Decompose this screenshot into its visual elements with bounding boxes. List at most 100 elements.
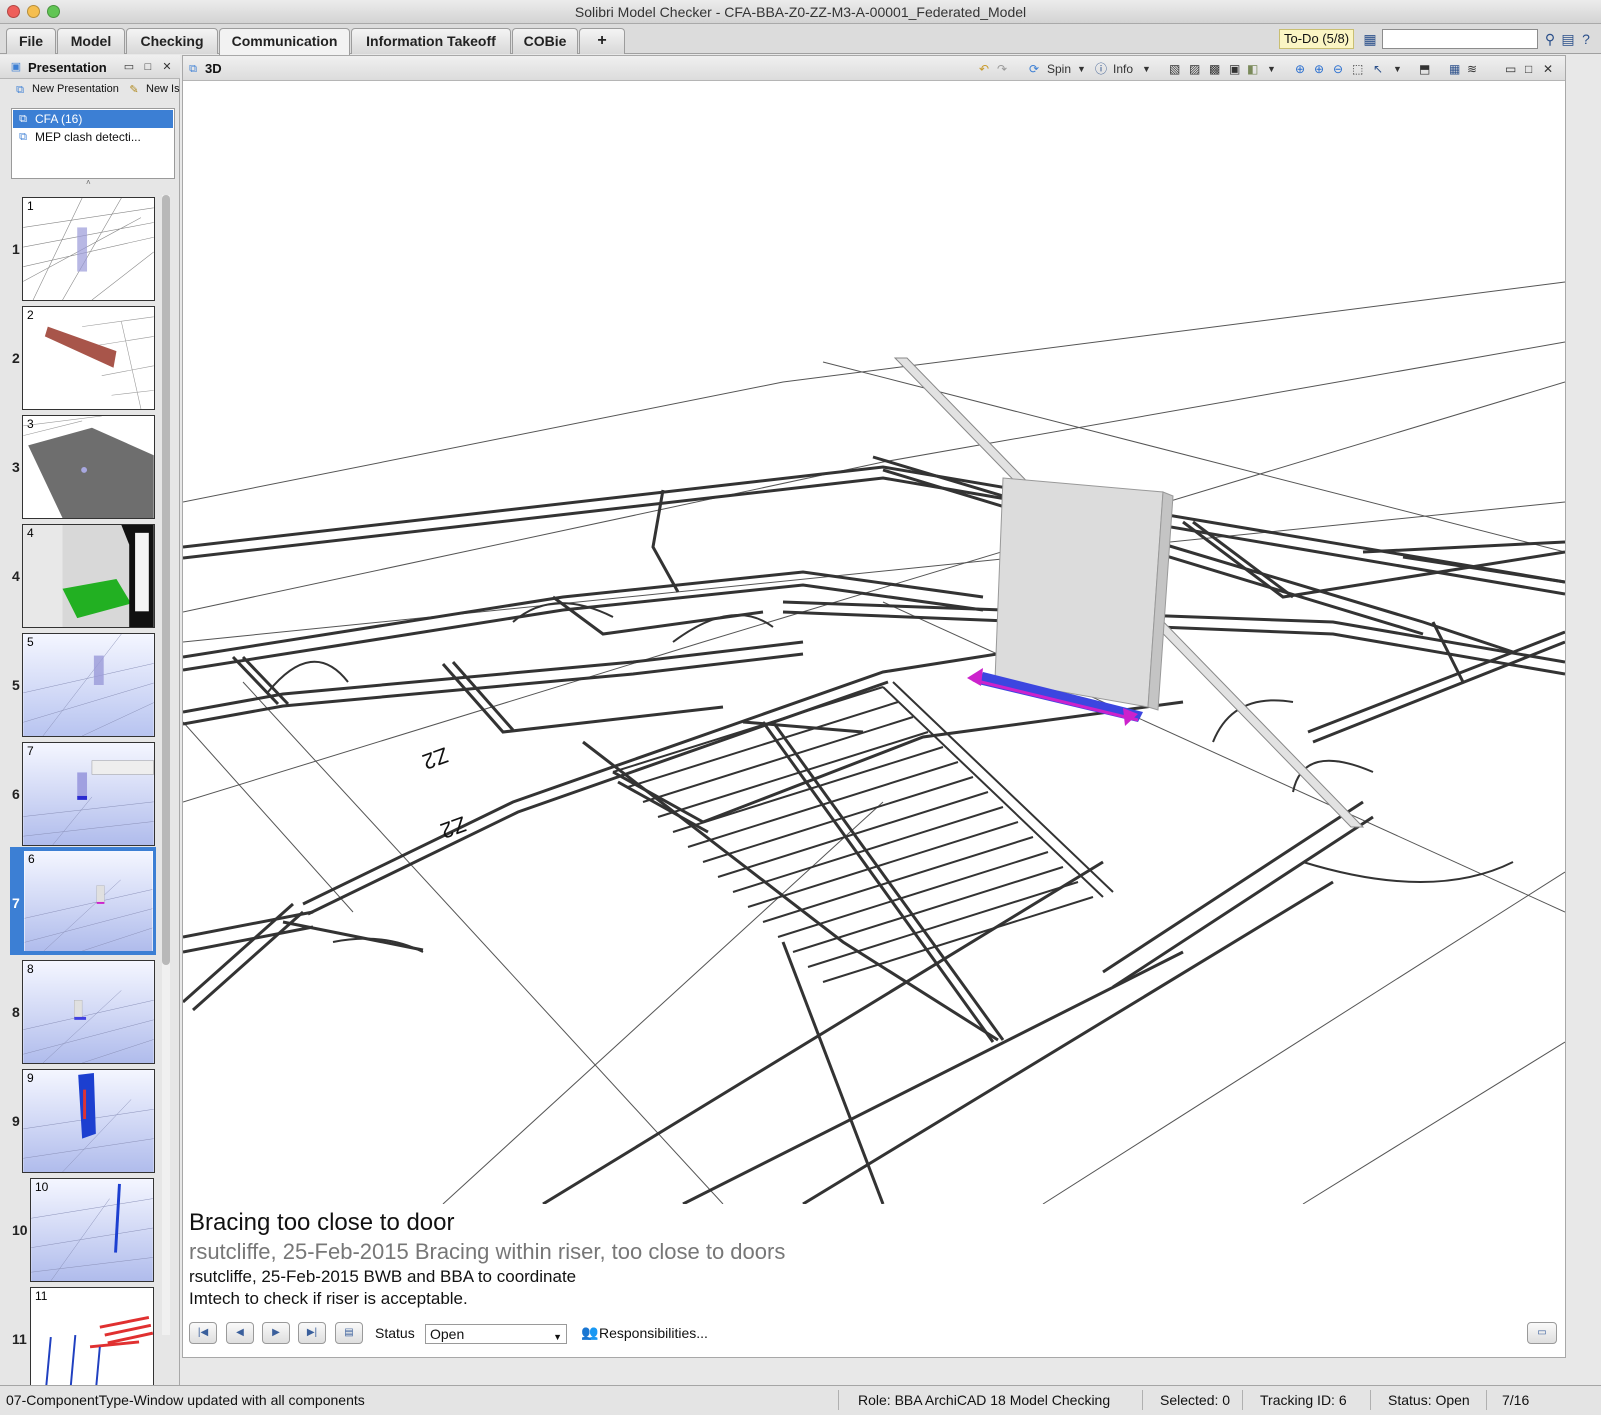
slide-index: 6 <box>12 786 20 802</box>
tab-file[interactable]: File <box>6 28 56 54</box>
status-bar: 07-ComponentType-Window updated with all… <box>0 1385 1601 1415</box>
select-tool-dropdown-icon[interactable]: ▼ <box>1393 61 1402 77</box>
3d-viewport[interactable]: Z2 Z2 <box>183 82 1565 1204</box>
tab-cobie[interactable]: COBie <box>512 28 578 54</box>
slide-thumbnail[interactable]: 9 <box>22 1069 155 1173</box>
slide-preview <box>23 525 154 627</box>
slide-thumbnail[interactable]: 4 <box>22 524 155 628</box>
tab-information-takeoff[interactable]: Information Takeoff <box>351 28 511 54</box>
3d-model-view[interactable]: Z2 Z2 <box>183 82 1565 1204</box>
settings-stack-icon[interactable]: ≋ <box>1467 61 1477 77</box>
tab-model[interactable]: Model <box>57 28 125 54</box>
next-slide-button[interactable]: ▶ <box>262 1322 290 1344</box>
maximize-panel-icon[interactable]: □ <box>142 61 154 73</box>
spin-dropdown-icon[interactable]: ▼ <box>1077 61 1086 77</box>
bracing-panel[interactable] <box>994 477 1174 711</box>
layout-icon[interactable]: ▤ <box>1560 31 1576 47</box>
maximize-panel-icon[interactable]: □ <box>1525 61 1532 77</box>
presentation-item-icon: ⧉ <box>19 131 27 143</box>
perspective-icon[interactable]: ⬒ <box>1419 61 1430 77</box>
box-view-icon[interactable]: ▧ <box>1169 61 1180 77</box>
previous-slide-button[interactable]: ◀ <box>226 1322 254 1344</box>
todo-button[interactable]: To-Do (5/8) <box>1279 29 1355 49</box>
slide-thumbnail[interactable]: 11 <box>30 1287 154 1385</box>
zoom-out-icon[interactable]: ⊖ <box>1333 61 1343 77</box>
panel-menu-icon[interactable]: ▭ <box>1505 61 1516 77</box>
slide-index: 10 <box>12 1222 28 1238</box>
tab-checking[interactable]: Checking <box>126 28 218 54</box>
status-selected: Selected: 0 <box>1160 1392 1231 1408</box>
zoom-window-button[interactable] <box>47 5 60 18</box>
slide-index: 8 <box>12 1004 20 1020</box>
slide-preview <box>44 316 154 409</box>
presentation-mode-button[interactable]: ▭ <box>1527 1322 1557 1344</box>
slide-thumbnail[interactable]: 7 <box>22 742 155 846</box>
zoom-in-icon[interactable]: ⊕ <box>1314 61 1324 77</box>
window-titlebar: Solibri Model Checker - CFA-BBA-Z0-ZZ-M3… <box>0 0 1601 24</box>
issue-details: Bracing too close to door rsutcliffe, 25… <box>189 1208 1559 1310</box>
add-tab-button[interactable]: + <box>579 28 625 54</box>
search-input[interactable] <box>1382 29 1538 49</box>
slide-thumbnail[interactable]: 1 <box>22 197 155 301</box>
info-button[interactable]: Info <box>1113 61 1133 77</box>
status-separator <box>1370 1390 1371 1410</box>
zoom-window-icon[interactable]: ⬚ <box>1352 61 1363 77</box>
info-icon[interactable]: ⓘ <box>1095 61 1107 77</box>
slide-thumbnail[interactable]: 5 <box>22 633 155 737</box>
zoom-fit-icon[interactable]: ⊕ <box>1295 61 1305 77</box>
presentation-item-icon: ⧉ <box>19 113 27 125</box>
info-dropdown-icon[interactable]: ▼ <box>1142 61 1151 77</box>
shaded-view-icon[interactable]: ◧ <box>1247 61 1258 77</box>
new-presentation-button[interactable]: New Presentation <box>32 83 119 95</box>
slide-index: 2 <box>12 350 20 366</box>
presentation-panel: ▣ Presentation ▭ □ ✕ ⧉ New Presentation … <box>0 55 180 1385</box>
splitter-handle[interactable]: ˄ <box>86 179 94 187</box>
undo-view-icon[interactable]: ↶ <box>979 61 989 77</box>
select-tool-icon[interactable]: ↖ <box>1373 61 1383 77</box>
slide-preview <box>31 1179 153 1281</box>
slide-list-button[interactable]: ▤ <box>335 1322 363 1344</box>
presentation-list: ⧉ CFA (16) ⧉ MEP clash detecti... <box>11 108 175 179</box>
view-mode-dropdown-icon[interactable]: ▼ <box>1267 61 1276 77</box>
slide-number: 10 <box>35 1180 49 1194</box>
first-slide-button[interactable]: |◀ <box>189 1322 217 1344</box>
presentation-item-mep[interactable]: ⧉ MEP clash detecti... <box>13 128 173 146</box>
thumbnail-scrollbar-thumb[interactable] <box>162 195 170 965</box>
presentation-header: ▣ Presentation ▭ □ ✕ <box>0 55 180 79</box>
wireframe-view-icon[interactable]: ▩ <box>1209 61 1220 77</box>
close-panel-icon[interactable]: ✕ <box>161 61 173 73</box>
spin-icon[interactable]: ⟳ <box>1029 61 1039 77</box>
slide-thumbnail[interactable]: 10 <box>30 1178 154 1282</box>
last-slide-button[interactable]: ▶| <box>298 1322 326 1344</box>
layers-icon[interactable]: ▦ <box>1449 61 1460 77</box>
new-issue-button[interactable]: New Is <box>146 83 180 95</box>
slide-thumbnail[interactable]: 2 <box>22 306 155 410</box>
status-role: Role: BBA ArchiCAD 18 Model Checking <box>858 1392 1111 1408</box>
slide-thumbnail-selected[interactable]: 6 <box>22 849 155 953</box>
minimize-window-button[interactable] <box>27 5 40 18</box>
help-icon[interactable]: ? <box>1578 31 1594 47</box>
spin-button[interactable]: Spin <box>1047 61 1071 77</box>
close-window-button[interactable] <box>7 5 20 18</box>
status-page: 7/16 <box>1502 1392 1530 1408</box>
responsibilities-button[interactable]: Responsibilities... <box>599 1325 708 1341</box>
todo-calendar-icon[interactable]: ▦ <box>1362 31 1378 47</box>
redo-view-icon[interactable]: ↷ <box>997 61 1007 77</box>
slide-thumbnail[interactable]: 3 <box>22 415 155 519</box>
panel-menu-icon[interactable]: ▭ <box>123 61 135 73</box>
presentation-toolbar: ⧉ New Presentation ✎ New Is <box>0 79 180 101</box>
presentation-item-label: CFA (16) <box>35 112 83 126</box>
close-panel-icon[interactable]: ✕ <box>1543 61 1553 77</box>
slide-number: 8 <box>27 962 34 976</box>
transparent-view-icon[interactable]: ▨ <box>1189 61 1200 77</box>
presentation-item-cfa[interactable]: ⧉ CFA (16) <box>13 110 173 128</box>
tab-communication[interactable]: Communication <box>219 28 350 55</box>
slide-index: 7 <box>12 895 20 911</box>
slide-index: 3 <box>12 459 20 475</box>
slide-number: 5 <box>27 635 34 649</box>
section-view-icon[interactable]: ▣ <box>1229 61 1240 77</box>
slide-thumbnail[interactable]: 8 <box>22 960 155 1064</box>
binoculars-icon[interactable]: ⚲ <box>1542 31 1558 47</box>
status-dropdown[interactable]: Open ▼ <box>425 1324 567 1344</box>
slide-index: 5 <box>12 677 20 693</box>
